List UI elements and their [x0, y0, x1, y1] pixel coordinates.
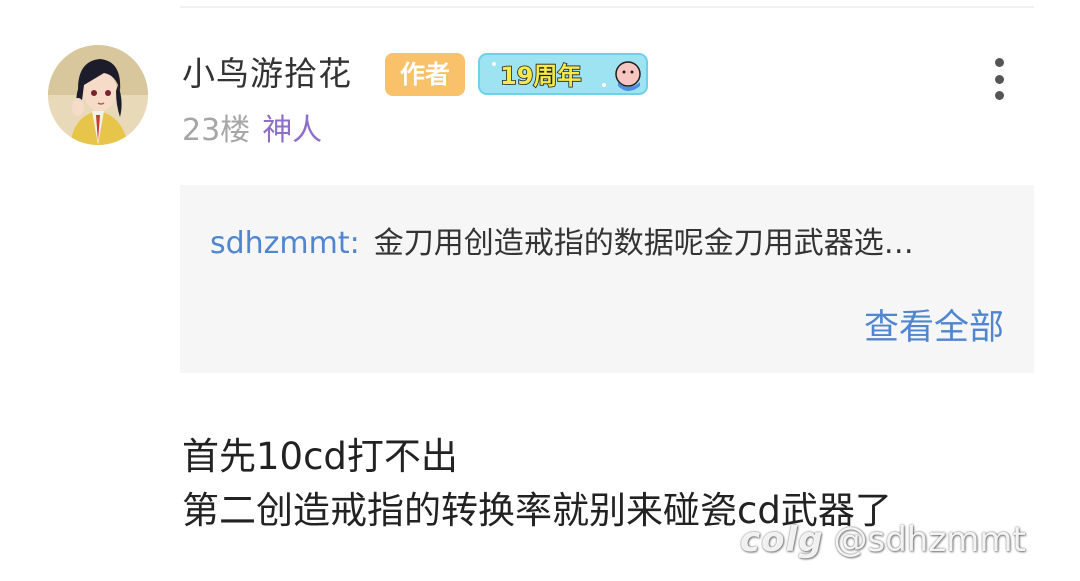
more-vertical-icon: [994, 58, 1004, 67]
quote-content: sdhzmmt: 金刀用创造戒指的数据呢金刀用武器选…: [210, 223, 914, 265]
watermark: colg @sdhzmmt: [740, 518, 1026, 562]
more-options-button[interactable]: [984, 56, 1014, 102]
user-avatar[interactable]: [48, 45, 148, 145]
quote-text: 金刀用创造戒指的数据呢金刀用武器选…: [373, 226, 914, 261]
watermark-handle: @sdhzmmt: [833, 520, 1026, 560]
view-all-link[interactable]: 查看全部: [864, 305, 1004, 351]
post-body-line: 首先10cd打不出: [182, 435, 458, 478]
username[interactable]: 小鸟游拾花: [182, 52, 352, 96]
anniversary-badge: 19周年: [478, 52, 648, 96]
more-vertical-icon-dot: [994, 91, 1004, 100]
user-title-tag[interactable]: 神人: [262, 113, 322, 148]
quoted-reply[interactable]: sdhzmmt: 金刀用创造戒指的数据呢金刀用武器选… 查看全部: [180, 185, 1034, 373]
quote-username[interactable]: sdhzmmt:: [210, 226, 360, 261]
author-badge: 作者: [385, 53, 465, 96]
more-vertical-icon-dot: [994, 74, 1004, 84]
top-divider: [180, 6, 1034, 8]
anniversary-badge-label: 19周年: [500, 62, 581, 90]
watermark-logo: colg: [740, 520, 824, 560]
floor-number: 23楼: [182, 113, 251, 148]
avatar-illustration: [48, 45, 148, 145]
floor-info: 23楼 神人: [182, 110, 322, 152]
